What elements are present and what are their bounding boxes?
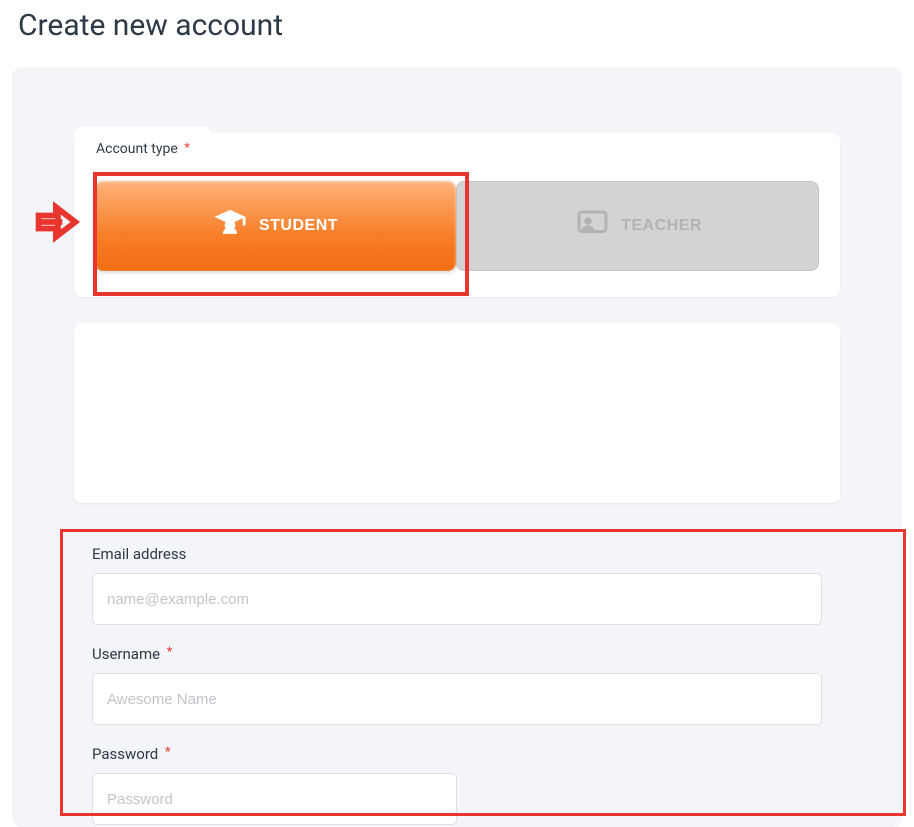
required-asterisk: *	[184, 141, 190, 156]
student-button-label: STUDENT	[259, 217, 338, 235]
teacher-button-label: TEACHER	[621, 217, 702, 235]
credentials-section: Email address Username * Password *	[74, 529, 840, 825]
username-label: Username *	[92, 645, 822, 663]
annotation-arrow-icon	[32, 196, 84, 252]
email-field[interactable]	[92, 573, 822, 625]
required-asterisk: *	[165, 745, 171, 760]
student-icon	[213, 207, 247, 246]
blank-section	[74, 323, 840, 503]
username-label-text: Username	[92, 645, 160, 663]
account-type-section: Account type * STUDENT	[74, 133, 840, 297]
username-group: Username *	[92, 645, 822, 725]
form-container: Account type * STUDENT	[12, 67, 902, 827]
teacher-button[interactable]: TEACHER	[456, 181, 819, 271]
teacher-icon	[573, 206, 609, 247]
email-group: Email address	[92, 545, 822, 625]
username-field[interactable]	[92, 673, 822, 725]
password-label: Password *	[92, 745, 822, 763]
required-asterisk: *	[167, 645, 173, 660]
account-type-label-text: Account type	[96, 141, 178, 157]
account-type-segment: STUDENT TEACHER	[95, 181, 819, 271]
password-label-text: Password	[92, 745, 158, 763]
password-field[interactable]	[92, 773, 457, 825]
password-group: Password *	[92, 745, 822, 825]
email-label: Email address	[92, 545, 822, 563]
page-title: Create new account	[0, 0, 914, 67]
student-button[interactable]: STUDENT	[95, 181, 456, 271]
account-type-tab-label: Account type *	[74, 127, 212, 169]
